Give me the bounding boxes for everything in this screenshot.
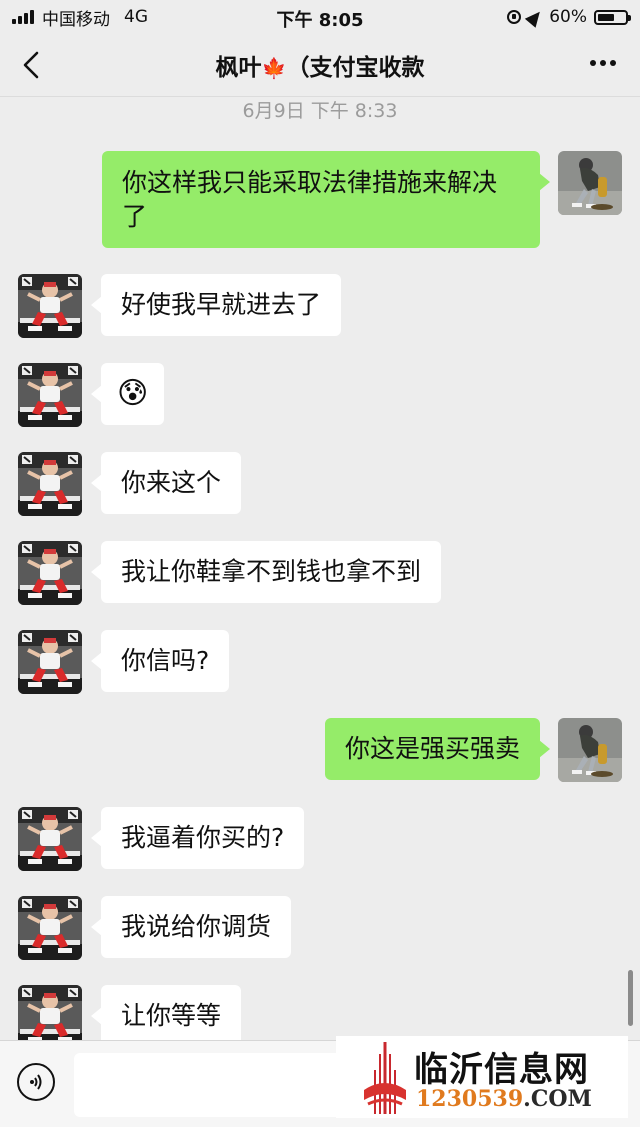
message-bubble-received[interactable]: 我说给你调货 [90, 896, 292, 958]
chat-title: 枫叶🍁（支付宝收款 [120, 48, 520, 82]
location-icon [525, 6, 546, 28]
message-timestamp: 6月9日 下午 8:33 [242, 100, 398, 122]
message-bubble-received[interactable]: 你来这个 [90, 452, 242, 514]
anxious-sweat-emoji: 😰 [117, 376, 149, 411]
ellipsis-icon[interactable] [590, 60, 616, 66]
my-avatar[interactable] [558, 718, 622, 782]
message-text: 你信吗? [121, 646, 210, 675]
message-bubble-received[interactable]: 我逼着你买的? [90, 807, 305, 869]
message-bubble-sent[interactable]: 你这是强买强卖 [324, 718, 551, 780]
message-bubble-received[interactable]: 好使我早就进去了 [90, 274, 342, 336]
chevron-left-icon[interactable] [20, 50, 48, 79]
watermark-url-suffix: .COM [523, 1086, 592, 1112]
rotation-lock-icon [507, 10, 522, 24]
contact-avatar[interactable] [18, 630, 82, 694]
chat-title-name: 枫叶 [215, 55, 262, 81]
message-text: 我说给你调货 [121, 912, 272, 941]
contact-avatar[interactable] [18, 807, 82, 871]
chat-header: 枫叶🍁（支付宝收款 [0, 34, 640, 97]
watermark-name: 临沂信息网 [414, 1050, 589, 1090]
chat-title-suffix: （支付宝收款 [286, 55, 425, 81]
message-text: 我逼着你买的? [121, 823, 285, 852]
watermark-url: 1230539.COM [416, 1086, 592, 1112]
site-logo-icon [364, 1042, 406, 1114]
watermark-url-number: 1230539 [416, 1086, 524, 1112]
my-avatar[interactable] [558, 151, 622, 215]
message-bubble-received[interactable]: 我让你鞋拿不到钱也拿不到 [90, 541, 442, 603]
contact-avatar[interactable] [18, 896, 82, 960]
scroll-indicator[interactable] [628, 970, 633, 1026]
message-text: 我让你鞋拿不到钱也拿不到 [121, 557, 422, 586]
message-bubble-received[interactable]: 😰 [90, 363, 165, 425]
message-bubble-received[interactable]: 让你等等 [90, 985, 242, 1047]
contact-avatar[interactable] [18, 363, 82, 427]
message-input[interactable] [74, 1053, 358, 1117]
message-text-line: 了 [122, 201, 148, 231]
voice-icon[interactable] [17, 1063, 55, 1101]
message-text-line: 你这样我只能采取法律措施来解决 [122, 167, 498, 197]
contact-avatar[interactable] [18, 452, 82, 516]
contact-avatar[interactable] [18, 274, 82, 338]
contact-avatar[interactable] [18, 541, 82, 605]
message-text: 让你等等 [121, 1001, 222, 1030]
message-bubble-received[interactable]: 你信吗? [90, 630, 230, 692]
message-bubble-sent[interactable]: 你这样我只能采取法律措施来解决 了 [102, 151, 550, 248]
battery-percent: 60% [549, 7, 587, 27]
site-watermark: 临沂信息网 1230539.COM [336, 1036, 628, 1118]
maple-leaf-icon: 🍁 [261, 56, 287, 80]
status-bar: 中国移动 4G 下午 8:05 60% [0, 0, 640, 34]
message-text: 你这是强买强卖 [344, 734, 520, 763]
battery-icon [594, 9, 631, 25]
message-text: 好使我早就进去了 [121, 290, 322, 319]
message-text: 你来这个 [121, 468, 222, 497]
